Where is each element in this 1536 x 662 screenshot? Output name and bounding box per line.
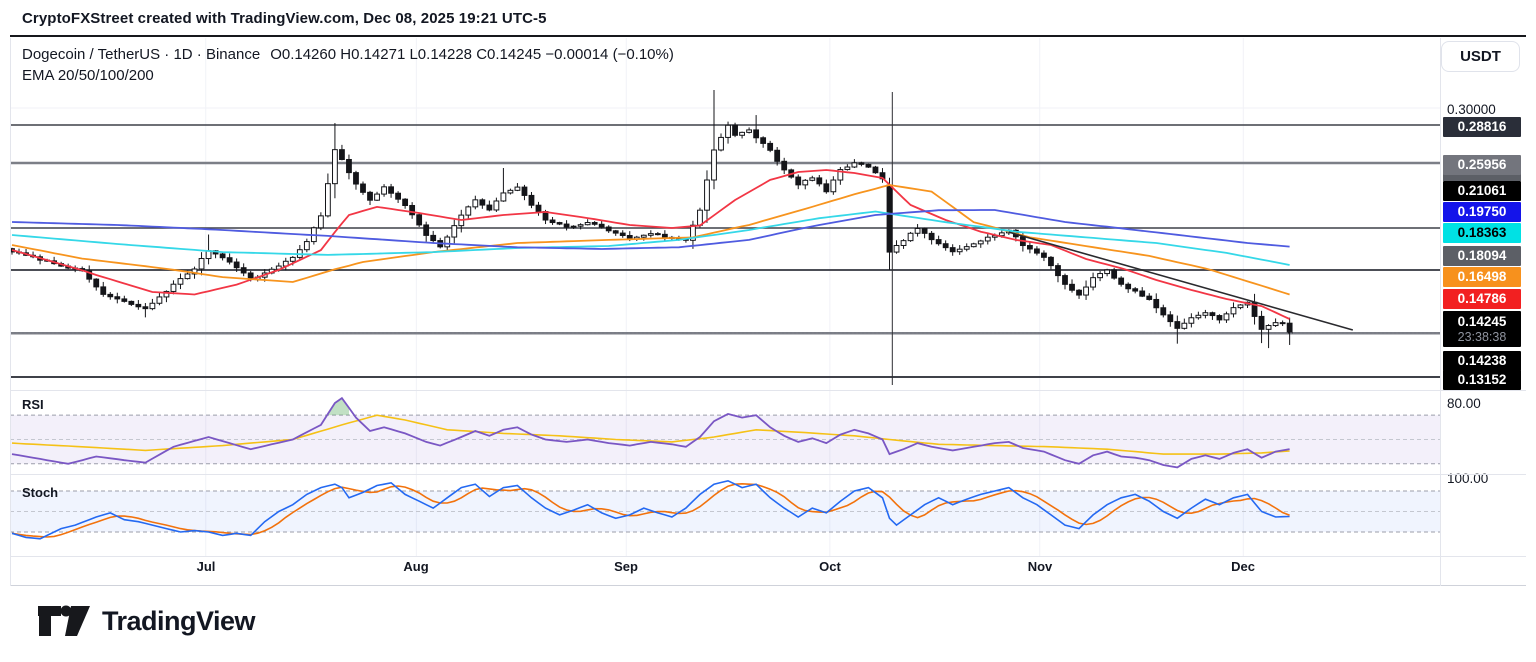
price-label-axis-0-30000: 0.30000 xyxy=(1447,102,1496,117)
pane-separator-1[interactable] xyxy=(10,390,1526,391)
ohlc-values: O0.14260 H0.14271 L0.14228 C0.14245 −0.0… xyxy=(270,46,674,63)
stoch-pane-label: Stoch xyxy=(22,485,58,500)
main-price-panel xyxy=(10,90,1440,385)
month-label-sep[interactable]: Sep xyxy=(614,559,638,574)
price-label-level-0-18094: 0.18094 xyxy=(1443,246,1521,266)
price-label-ema20-0-14786: 0.14786 xyxy=(1443,289,1521,309)
indicator-title: EMA 20/50/100/200 xyxy=(22,67,154,84)
price-scale-border xyxy=(1440,38,1441,586)
widget-left-border xyxy=(10,38,11,586)
month-label-aug[interactable]: Aug xyxy=(403,559,428,574)
candlestick-series xyxy=(10,90,1292,348)
grid-lines xyxy=(10,38,1440,556)
chart-canvas[interactable] xyxy=(0,0,1536,662)
price-label-current-price: 0.1424523:38:38 xyxy=(1443,311,1521,347)
price-label-level-0-28816: 0.28816 xyxy=(1443,117,1521,137)
tradingview-logo-mark xyxy=(38,604,90,638)
time-axis-separator xyxy=(10,556,1526,557)
tradingview-chart-window: CryptoFXStreet created with TradingView.… xyxy=(0,0,1536,662)
rsi-axis-top: 80.00 xyxy=(1447,396,1481,411)
price-label-level-0-21061: 0.21061 xyxy=(1443,181,1521,201)
month-label-nov[interactable]: Nov xyxy=(1028,559,1053,574)
symbol-name: Dogecoin / TetherUS · 1D · Binance xyxy=(22,46,260,63)
month-label-dec[interactable]: Dec xyxy=(1231,559,1255,574)
stoch-panel xyxy=(10,481,1440,539)
price-label-level-0-25956: 0.25956 xyxy=(1443,155,1521,175)
hidden-price-label xyxy=(1443,174,1521,181)
price-label-level-0-13152: 0.13152 xyxy=(1443,370,1521,390)
currency-toggle-button[interactable]: USDT xyxy=(1441,41,1520,72)
rsi-panel xyxy=(10,398,1440,467)
price-label-ema50-0-16498: 0.16498 xyxy=(1443,267,1521,287)
tradingview-logo-text: TradingView xyxy=(102,606,255,637)
pane-separator-2[interactable] xyxy=(10,474,1526,475)
month-label-jul[interactable]: Jul xyxy=(197,559,216,574)
rsi-pane-label: RSI xyxy=(22,397,44,412)
symbol-title: Dogecoin / TetherUS · 1D · Binance O0.142… xyxy=(22,46,674,63)
price-label-ema200-0-19750: 0.19750 xyxy=(1443,202,1521,222)
ema20-line xyxy=(12,170,1290,319)
widget-bottom-border xyxy=(10,585,1526,586)
price-label-level-0-14238: 0.14238 xyxy=(1443,351,1521,371)
month-label-oct[interactable]: Oct xyxy=(819,559,841,574)
price-label-ema100-0-18363: 0.18363 xyxy=(1443,223,1521,243)
tradingview-logo: TradingView xyxy=(38,604,255,638)
